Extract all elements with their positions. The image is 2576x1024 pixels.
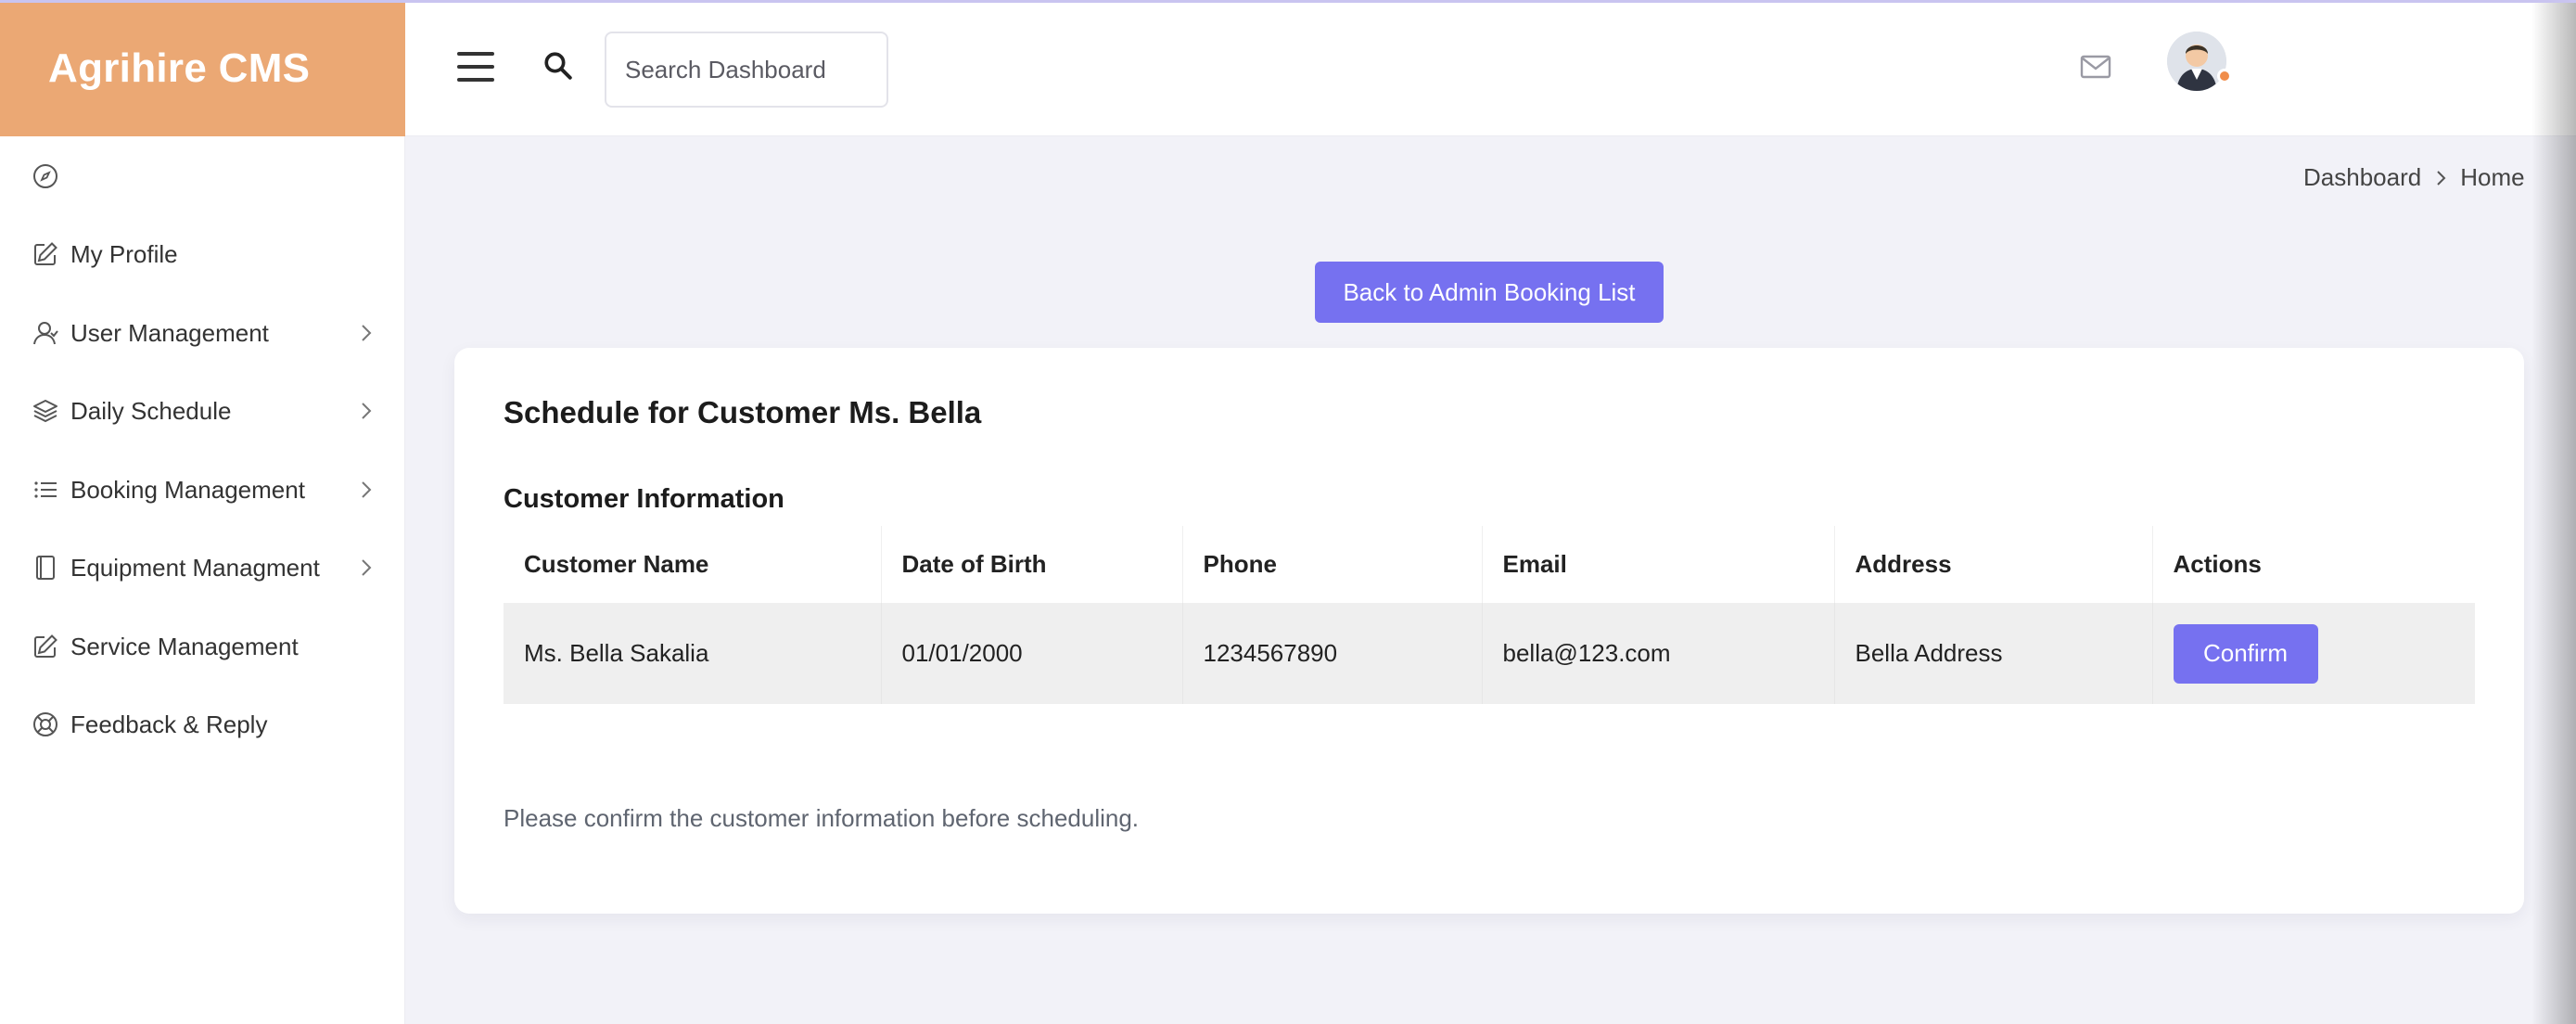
window-edge-shadow [2531,0,2576,1024]
sidebar-item-label: Equipment Managment [70,553,320,582]
chevron-right-icon [362,481,372,498]
sidebar-item-label: User Management [70,318,269,347]
table-row: Ms. Bella Sakalia 01/01/2000 1234567890 … [504,603,2475,704]
mail-icon[interactable] [2080,54,2111,80]
brand-logo[interactable]: Agrihire CMS [0,0,405,136]
search-input[interactable] [605,32,888,108]
compass-icon[interactable] [32,162,59,190]
sidebar-item-user-management[interactable]: User Management [0,301,405,365]
actions-cell: Confirm [2152,603,2475,704]
address-cell: Bella Address [1834,603,2153,704]
dob-cell: 01/01/2000 [881,603,1183,704]
breadcrumb-home: Home [2460,163,2525,191]
customer-name-cell: Ms. Bella Sakalia [504,603,882,704]
section-title: Customer Information [504,484,784,514]
sidebar-item-label: Feedback & Reply [70,710,268,738]
search-icon[interactable] [542,50,574,82]
sidebar-item-booking-management[interactable]: Booking Management [0,457,405,522]
user-icon [32,319,59,347]
sidebar-item-label: Daily Schedule [70,396,232,425]
column-header: Customer Name [504,526,882,603]
email-cell: bella@123.com [1482,603,1835,704]
sidebar-item-my-profile[interactable]: My Profile [0,222,405,287]
avatar[interactable] [2167,32,2226,91]
schedule-card: Schedule for Customer Ms. Bella Customer… [454,348,2524,914]
confirmation-note: Please confirm the customer information … [504,804,1140,832]
page-title: Schedule for Customer Ms. Bella [504,395,982,429]
customer-table: Customer Name Date of Birth Phone Email … [504,526,2475,704]
top-header [405,0,2576,136]
confirm-button[interactable]: Confirm [2173,623,2318,684]
book-icon [32,554,59,582]
column-header: Actions [2152,526,2475,603]
lifebuoy-icon [32,710,59,738]
layers-icon [32,397,59,425]
chevron-right-icon [362,559,372,576]
back-to-booking-list-button[interactable]: Back to Admin Booking List [1315,262,1664,323]
sidebar-item-daily-schedule[interactable]: Daily Schedule [0,378,405,443]
sidebar-item-label: Service Management [70,632,299,660]
column-header: Email [1482,526,1835,603]
list-icon [32,476,59,504]
status-dot [2217,69,2232,83]
column-header: Date of Birth [881,526,1183,603]
top-accent-line [0,0,2576,3]
breadcrumb: Dashboard Home [2303,163,2525,192]
phone-cell: 1234567890 [1182,603,1483,704]
sidebar-item-label: Booking Management [70,475,305,504]
sidebar-item-equipment-managment[interactable]: Equipment Managment [0,535,405,600]
app-title: Agrihire CMS [48,45,311,91]
edit-icon [32,633,59,660]
chevron-right-icon [2437,170,2446,186]
table-header-row: Customer Name Date of Birth Phone Email … [504,526,2475,603]
menu-icon[interactable] [457,52,494,82]
chevron-right-icon [362,403,372,419]
sidebar: My Profile User Management Daily Schedul… [0,136,405,1024]
sidebar-item-service-management[interactable]: Service Management [0,614,405,679]
column-header: Address [1834,526,2153,603]
edit-icon [32,240,59,268]
sidebar-item-feedback-reply[interactable]: Feedback & Reply [0,692,405,757]
breadcrumb-dashboard[interactable]: Dashboard [2303,163,2421,192]
column-header: Phone [1182,526,1483,603]
chevron-right-icon [362,325,372,341]
sidebar-item-label: My Profile [70,239,178,268]
